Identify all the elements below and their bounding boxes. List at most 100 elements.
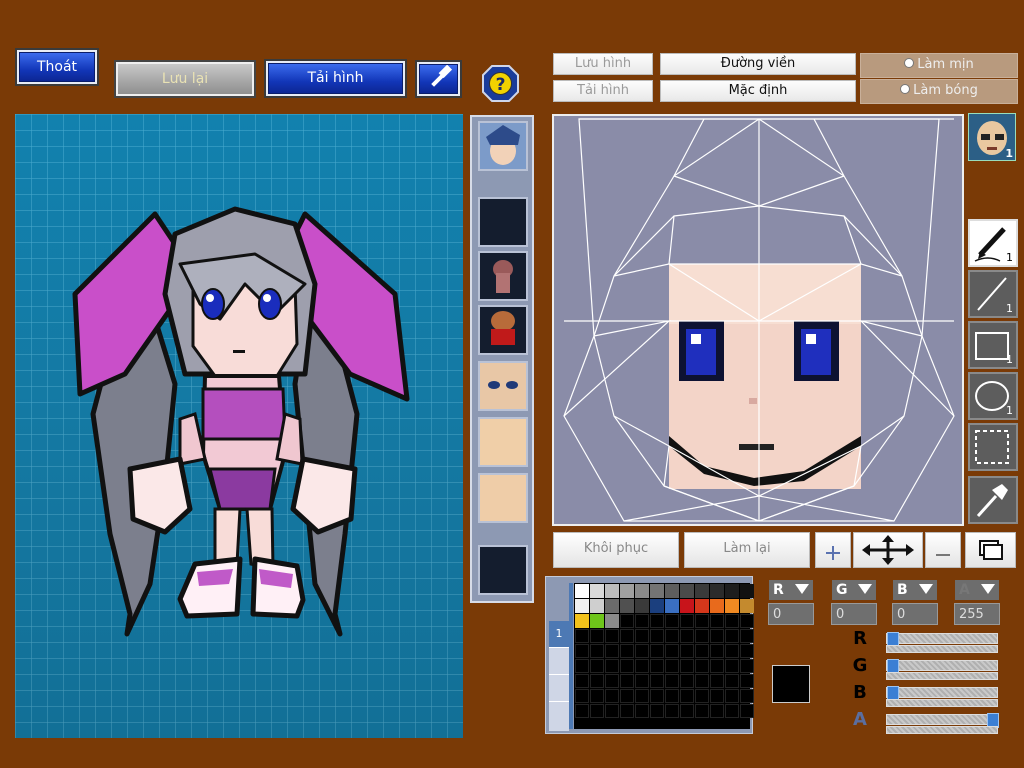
palette-swatch[interactable] <box>740 614 754 628</box>
palette-swatch[interactable] <box>695 659 709 673</box>
palette-swatch[interactable] <box>635 674 649 688</box>
palette-swatch[interactable] <box>665 689 679 703</box>
palette-swatch[interactable] <box>710 704 724 718</box>
palette-swatch[interactable] <box>725 599 739 613</box>
palette-swatch[interactable] <box>650 689 664 703</box>
palette-swatch[interactable] <box>590 674 604 688</box>
exit-button[interactable]: Thoát <box>15 48 99 86</box>
channel-b-dropdown[interactable]: B <box>893 580 937 600</box>
palette-swatch[interactable] <box>680 584 694 598</box>
palette-swatch[interactable] <box>620 659 634 673</box>
palette-swatch[interactable] <box>605 689 619 703</box>
layer-button[interactable] <box>965 532 1016 568</box>
palette-tab-1[interactable]: 1 <box>549 621 569 647</box>
palette-swatch[interactable] <box>635 689 649 703</box>
palette-swatch[interactable] <box>710 644 724 658</box>
channel-g-dropdown[interactable]: G <box>832 580 876 600</box>
palette-swatch[interactable] <box>650 614 664 628</box>
part-slot-face-blank-1[interactable] <box>478 417 528 467</box>
add-button[interactable] <box>815 532 851 568</box>
palette-swatch[interactable] <box>650 704 664 718</box>
palette-swatch[interactable] <box>695 584 709 598</box>
palette-swatch[interactable] <box>575 689 589 703</box>
palette-swatch[interactable] <box>740 599 754 613</box>
palette-swatch[interactable] <box>605 674 619 688</box>
palette-swatch[interactable] <box>665 644 679 658</box>
palette-swatch[interactable] <box>740 644 754 658</box>
palette-swatch[interactable] <box>620 584 634 598</box>
palette-swatch[interactable] <box>590 644 604 658</box>
slider-r[interactable] <box>886 632 998 647</box>
palette-swatch[interactable] <box>695 689 709 703</box>
load-image-button[interactable]: Tải hình <box>553 80 653 102</box>
palette-swatch[interactable] <box>710 659 724 673</box>
part-slot-face-eyes[interactable] <box>478 361 528 411</box>
channel-b-value[interactable]: 0 <box>892 603 938 625</box>
palette-swatch[interactable] <box>680 614 694 628</box>
gloss-radio[interactable]: Làm bóng <box>860 79 1018 104</box>
palette-swatch[interactable] <box>665 674 679 688</box>
part-slot-empty-2[interactable] <box>478 545 528 595</box>
palette-swatch[interactable] <box>695 704 709 718</box>
palette-swatch[interactable] <box>665 614 679 628</box>
palette-swatch[interactable] <box>575 704 589 718</box>
color-palette-grid[interactable] <box>574 583 754 729</box>
palette-swatch[interactable] <box>650 584 664 598</box>
palette-swatch[interactable] <box>680 704 694 718</box>
palette-swatch[interactable] <box>665 599 679 613</box>
palette-swatch[interactable] <box>635 629 649 643</box>
palette-swatch[interactable] <box>725 644 739 658</box>
palette-swatch[interactable] <box>665 629 679 643</box>
character-preview-canvas[interactable] <box>15 114 463 738</box>
palette-swatch[interactable] <box>605 644 619 658</box>
palette-swatch[interactable] <box>575 629 589 643</box>
pen-tool[interactable]: 1 <box>968 219 1018 267</box>
palette-swatch[interactable] <box>725 659 739 673</box>
palette-swatch[interactable] <box>605 614 619 628</box>
palette-swatch[interactable] <box>710 629 724 643</box>
palette-swatch[interactable] <box>590 614 604 628</box>
palette-swatch[interactable] <box>620 599 634 613</box>
palette-swatch[interactable] <box>620 629 634 643</box>
palette-swatch[interactable] <box>680 599 694 613</box>
palette-swatch[interactable] <box>725 629 739 643</box>
palette-swatch[interactable] <box>695 629 709 643</box>
help-button[interactable]: ? <box>482 65 519 102</box>
palette-swatch[interactable] <box>740 659 754 673</box>
slider-g[interactable] <box>886 659 998 674</box>
palette-swatch[interactable] <box>740 689 754 703</box>
palette-swatch[interactable] <box>620 644 634 658</box>
palette-swatch[interactable] <box>590 584 604 598</box>
palette-swatch[interactable] <box>605 659 619 673</box>
palette-swatch[interactable] <box>665 659 679 673</box>
palette-swatch[interactable] <box>725 674 739 688</box>
move-button[interactable] <box>853 532 923 568</box>
palette-swatch[interactable] <box>620 614 634 628</box>
palette-swatch[interactable] <box>620 689 634 703</box>
channel-a-dropdown[interactable]: A <box>955 580 999 600</box>
palette-swatch[interactable] <box>695 599 709 613</box>
face-preview-thumbnail[interactable]: 1 <box>968 113 1016 161</box>
palette-swatch[interactable] <box>740 674 754 688</box>
palette-swatch[interactable] <box>665 584 679 598</box>
palette-swatch[interactable] <box>575 674 589 688</box>
palette-swatch[interactable] <box>740 704 754 718</box>
part-slot-face-blank-2[interactable] <box>478 473 528 523</box>
palette-swatch[interactable] <box>650 674 664 688</box>
palette-swatch[interactable] <box>740 584 754 598</box>
restore-button[interactable]: Khôi phục <box>553 532 679 568</box>
line-tool[interactable]: 1 <box>968 270 1018 318</box>
palette-swatch[interactable] <box>635 644 649 658</box>
palette-swatch[interactable] <box>575 659 589 673</box>
palette-swatch[interactable] <box>635 599 649 613</box>
palette-swatch[interactable] <box>710 599 724 613</box>
palette-swatch[interactable] <box>605 599 619 613</box>
eyedropper-tool[interactable] <box>968 476 1018 524</box>
palette-swatch[interactable] <box>710 584 724 598</box>
palette-swatch[interactable] <box>590 629 604 643</box>
reload-image-button[interactable]: Tải hình <box>264 59 407 98</box>
texture-editor-canvas[interactable] <box>552 114 964 526</box>
palette-swatch[interactable] <box>575 599 589 613</box>
selection-tool[interactable] <box>968 423 1018 471</box>
palette-swatch[interactable] <box>590 659 604 673</box>
